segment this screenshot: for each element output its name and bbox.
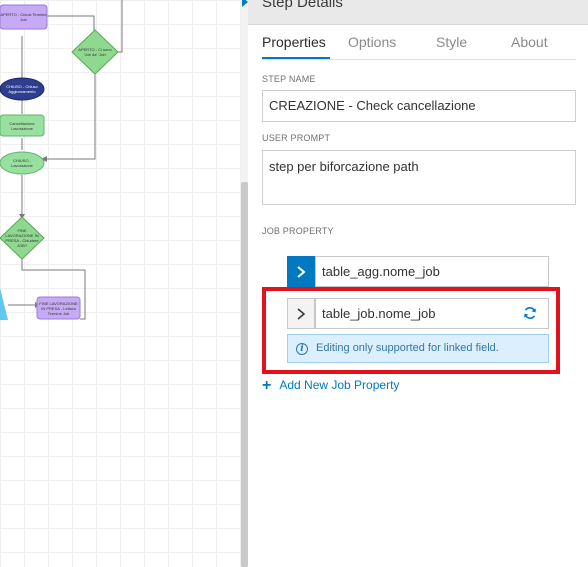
add-job-property-link[interactable]: + Add New Job Property — [262, 377, 399, 395]
tab-about[interactable]: About — [511, 34, 548, 50]
chevron-right-icon — [297, 265, 306, 278]
tab-style[interactable]: Style — [436, 34, 467, 50]
step-name-label: STEP NAME — [262, 74, 316, 84]
refresh-icon[interactable] — [523, 306, 537, 320]
node-label: FINE LAVORAZIONE IN PRESA - Chiudere JOB… — [5, 228, 39, 248]
node-label: CHIUSO - Chiuso Aggiornamento — [6, 84, 38, 94]
connector — [45, 66, 96, 160]
notice-text: Editing only supported for linked field. — [316, 342, 499, 354]
node-label: Cancellazione Lavorazione — [9, 120, 35, 131]
job-property-label: JOB PROPERTY — [262, 226, 334, 236]
tab-options[interactable]: Options — [348, 34, 396, 50]
expand-button[interactable] — [287, 298, 315, 329]
job-property-field[interactable]: table_agg.nome_job — [315, 256, 549, 287]
node-label: FINE LAVORAZIONE IN PRESA - Lettura Term… — [39, 300, 78, 316]
plus-icon: + — [262, 377, 272, 394]
step-name-input[interactable]: CREAZIONE - Check cancellazione — [262, 90, 576, 122]
tab-properties[interactable]: Properties — [262, 34, 326, 50]
start-triangle — [0, 288, 8, 320]
job-property-row: table_agg.nome_job — [287, 256, 549, 287]
node-label: CHIUSO - Lavorazione — [11, 158, 33, 168]
job-property-field[interactable]: table_job.nome_job — [315, 298, 549, 329]
panel-title: Step Details — [262, 0, 343, 11]
node-label: APERTO - Ci sono 'Job da' 'Job' — [78, 47, 112, 57]
workflow-canvas[interactable]: APERTO - Chiusi Termine Job APERTO - Ci … — [0, 0, 241, 567]
collapse-caret-icon[interactable] — [242, 0, 248, 7]
job-property-row: table_job.nome_job — [287, 298, 549, 329]
chevron-right-icon — [297, 307, 306, 320]
info-notice: i Editing only supported for linked fiel… — [287, 334, 549, 363]
info-icon: i — [296, 343, 308, 355]
tabs-divider — [262, 59, 576, 60]
user-prompt-label: USER PROMPT — [262, 133, 331, 143]
panel-header: Step Details — [242, 0, 588, 25]
canvas-scrollbar-thumb[interactable] — [241, 182, 248, 567]
add-job-property-label: Add New Job Property — [279, 378, 400, 392]
connector — [47, 15, 95, 36]
connector — [117, 0, 123, 53]
node-label: APERTO - Chiusi Termine Job — [0, 12, 47, 22]
expand-button[interactable] — [287, 256, 315, 287]
user-prompt-textarea[interactable]: step per biforcazione path — [262, 150, 576, 205]
step-details-panel: Step Details Properties Options Style Ab… — [242, 0, 588, 567]
